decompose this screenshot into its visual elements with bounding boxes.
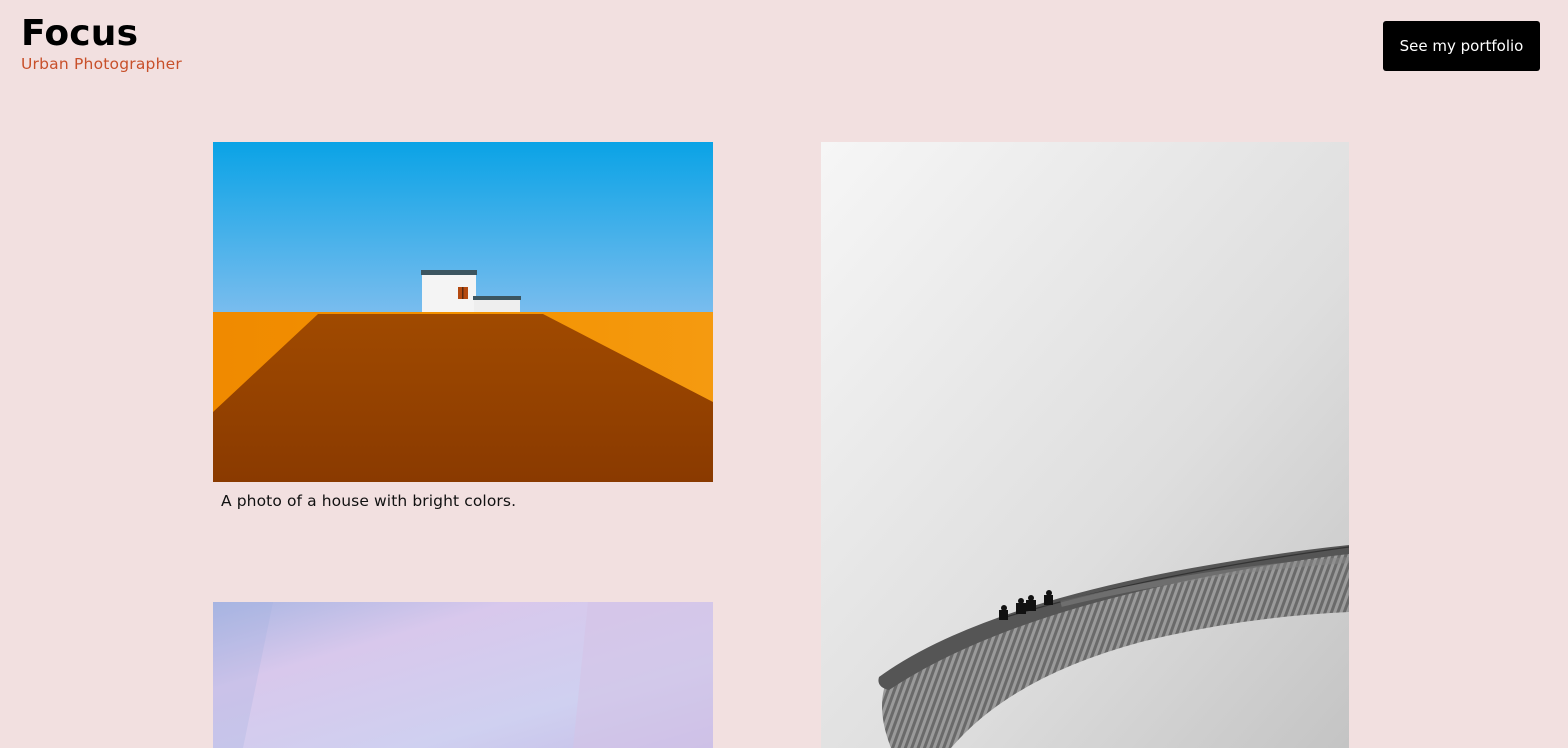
site-subtitle: Urban Photographer — [21, 55, 182, 73]
pastel-photo[interactable] — [213, 602, 713, 748]
site-title: Focus — [21, 13, 139, 54]
gallery-item-pastel — [213, 602, 713, 748]
gallery-item-house: A photo of a house with bright colors. — [213, 142, 713, 510]
house-photo[interactable] — [213, 142, 713, 482]
see-portfolio-button[interactable]: See my portfolio — [1383, 21, 1540, 71]
stadium-photo[interactable] — [821, 142, 1349, 748]
gallery-item-stadium — [821, 142, 1349, 748]
photo-caption: A photo of a house with bright colors. — [221, 492, 517, 510]
brand: Focus Urban Photographer — [21, 14, 182, 74]
